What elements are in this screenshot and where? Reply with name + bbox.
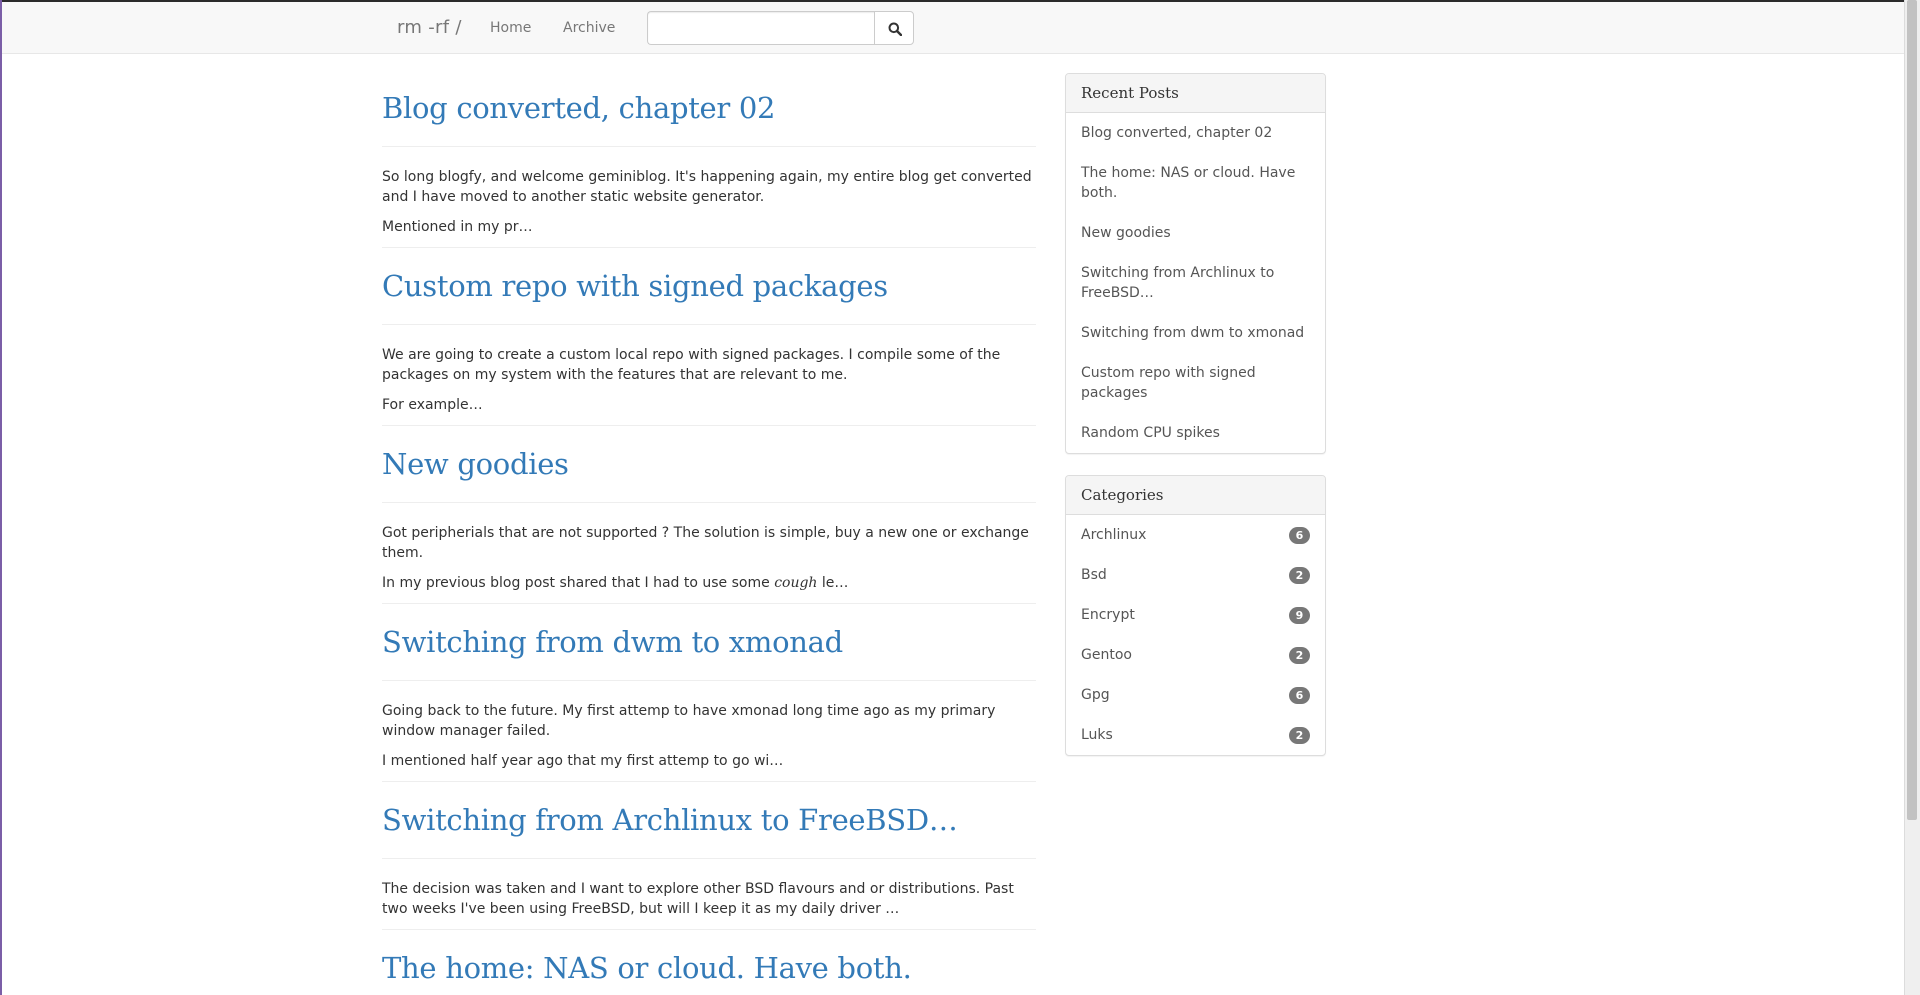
categories-panel: Categories Archlinux 6 Bsd 2 Encrypt 9 G… <box>1065 475 1326 756</box>
category-count-badge: 6 <box>1289 527 1310 544</box>
post-title[interactable]: The home: NAS or cloud. Have both. <box>382 930 1036 995</box>
post-item: Custom repo with signed packages We are … <box>382 248 1036 426</box>
recent-post-link[interactable]: Switching from Archlinux to FreeBSD… <box>1066 253 1325 313</box>
post-paragraph: The decision was taken and I want to exp… <box>382 881 1014 917</box>
post-excerpt: The decision was taken and I want to exp… <box>382 859 1036 919</box>
search-button[interactable] <box>874 11 914 45</box>
category-count-badge: 9 <box>1289 607 1310 624</box>
category-count-badge: 2 <box>1289 567 1310 584</box>
recent-post-link[interactable]: Blog converted, chapter 02 <box>1066 113 1325 153</box>
post-excerpt: Going back to the future. My first attem… <box>382 681 1036 771</box>
post-item: New goodies Got peripherials that are no… <box>382 426 1036 604</box>
post-paragraph: For example… <box>382 397 483 413</box>
navbar: rm -rf / Home Archive <box>2 2 1904 54</box>
category-link-encrypt[interactable]: Encrypt 9 <box>1066 595 1325 635</box>
search-icon <box>888 22 902 36</box>
post-paragraph: Got peripherials that are not supported … <box>382 525 1029 561</box>
category-link-gentoo[interactable]: Gentoo 2 <box>1066 635 1325 675</box>
post-text: In my previous blog post shared that I h… <box>382 575 775 591</box>
recent-post-link[interactable]: Switching from dwm to xmonad <box>1066 313 1325 353</box>
category-name: Bsd <box>1081 567 1107 583</box>
post-title[interactable]: Custom repo with signed packages <box>382 248 1036 325</box>
post-text: le… <box>817 575 849 591</box>
post-item: Blog converted, chapter 02 So long blogf… <box>382 54 1036 248</box>
category-count-badge: 2 <box>1289 647 1310 664</box>
window-left-border <box>0 0 2 995</box>
recent-posts-panel: Recent Posts Blog converted, chapter 02 … <box>1065 73 1326 454</box>
post-paragraph: Going back to the future. My first attem… <box>382 703 996 739</box>
post-paragraph: So long blogfy, and welcome geminiblog. … <box>382 169 1032 205</box>
nav-home-link[interactable]: Home <box>490 20 531 36</box>
category-name: Luks <box>1081 727 1113 743</box>
category-link-luks[interactable]: Luks 2 <box>1066 715 1325 755</box>
category-name: Gpg <box>1081 687 1110 703</box>
category-name: Encrypt <box>1081 607 1135 623</box>
category-name: Archlinux <box>1081 527 1147 543</box>
post-paragraph: Mentioned in my pr… <box>382 219 533 235</box>
post-title[interactable]: Switching from Archlinux to FreeBSD… <box>382 782 1036 859</box>
category-count-badge: 2 <box>1289 727 1310 744</box>
recent-post-link[interactable]: The home: NAS or cloud. Have both. <box>1066 153 1325 213</box>
category-name: Gentoo <box>1081 647 1132 663</box>
post-item: Switching from Archlinux to FreeBSD… The… <box>382 782 1036 930</box>
recent-post-link[interactable]: Custom repo with signed packages <box>1066 353 1325 413</box>
post-paragraph: In my previous blog post shared that I h… <box>382 573 1036 593</box>
recent-posts-list: Blog converted, chapter 02 The home: NAS… <box>1066 113 1325 453</box>
post-title[interactable]: Switching from dwm to xmonad <box>382 604 1036 681</box>
post-excerpt: Got peripherials that are not supported … <box>382 503 1036 593</box>
recent-posts-heading: Recent Posts <box>1066 74 1325 113</box>
post-excerpt: So long blogfy, and welcome geminiblog. … <box>382 147 1036 237</box>
search-input[interactable] <box>647 11 875 45</box>
category-link-bsd[interactable]: Bsd 2 <box>1066 555 1325 595</box>
category-count-badge: 6 <box>1289 687 1310 704</box>
post-title[interactable]: New goodies <box>382 426 1036 503</box>
recent-post-link[interactable]: New goodies <box>1066 213 1325 253</box>
post-list: Blog converted, chapter 02 So long blogf… <box>382 54 1036 995</box>
recent-post-link[interactable]: Random CPU spikes <box>1066 413 1325 453</box>
post-emphasis: cough <box>774 575 818 591</box>
post-paragraph: I mentioned half year ago that my first … <box>382 753 784 769</box>
page-scrollbar[interactable] <box>1904 0 1920 995</box>
category-link-gpg[interactable]: Gpg 6 <box>1066 675 1325 715</box>
category-link-archlinux[interactable]: Archlinux 6 <box>1066 515 1325 555</box>
categories-list: Archlinux 6 Bsd 2 Encrypt 9 Gentoo 2 Gpg… <box>1066 515 1325 755</box>
post-excerpt: We are going to create a custom local re… <box>382 325 1036 415</box>
post-item: Switching from dwm to xmonad Going back … <box>382 604 1036 782</box>
scrollbar-thumb[interactable] <box>1907 0 1917 820</box>
site-brand[interactable]: rm -rf / <box>397 17 462 38</box>
post-title[interactable]: Blog converted, chapter 02 <box>382 54 1036 147</box>
post-paragraph: We are going to create a custom local re… <box>382 347 1001 383</box>
nav-archive-link[interactable]: Archive <box>563 20 615 36</box>
post-item: The home: NAS or cloud. Have both. <box>382 930 1036 995</box>
categories-heading: Categories <box>1066 476 1325 515</box>
